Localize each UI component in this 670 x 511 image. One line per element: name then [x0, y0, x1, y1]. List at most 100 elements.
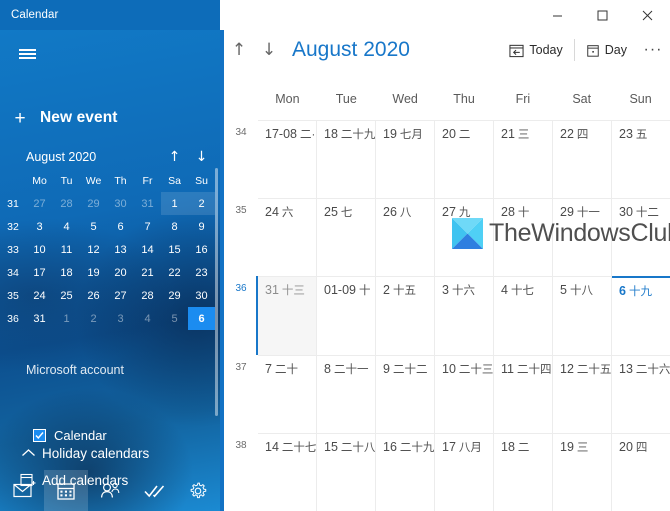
- day-cell[interactable]: 4 十七: [494, 276, 553, 355]
- day-cell[interactable]: 13 二十六: [612, 354, 670, 433]
- mini-calendar-day[interactable]: 5: [80, 215, 107, 238]
- day-cell[interactable]: 9 二十二: [376, 354, 435, 433]
- today-button[interactable]: Today: [500, 36, 571, 64]
- mini-calendar-day[interactable]: 23: [188, 261, 215, 284]
- mini-calendar-day[interactable]: 11: [53, 238, 80, 261]
- mini-calendar-day[interactable]: 30: [188, 284, 215, 307]
- mini-calendar-day[interactable]: 3: [107, 307, 134, 330]
- mini-calendar-day[interactable]: 12: [80, 238, 107, 261]
- mini-calendar-day[interactable]: 4: [134, 307, 161, 330]
- mini-calendar-day[interactable]: 1: [161, 192, 188, 215]
- settings-gear-icon[interactable]: [176, 470, 220, 511]
- mini-calendar-day[interactable]: 24: [26, 284, 53, 307]
- mini-calendar-day[interactable]: 9: [188, 215, 215, 238]
- mini-calendar-day[interactable]: 31: [134, 192, 161, 215]
- mini-calendar-day[interactable]: 14: [134, 238, 161, 261]
- day-cell[interactable]: 26 八: [376, 198, 435, 277]
- hamburger-menu-icon[interactable]: [8, 38, 46, 70]
- mini-calendar-day[interactable]: 31: [26, 307, 53, 330]
- mini-calendar-day[interactable]: 10: [26, 238, 53, 261]
- minimize-button[interactable]: [535, 0, 580, 30]
- mini-calendar-day[interactable]: 20: [107, 261, 134, 284]
- day-cell[interactable]: 28 十: [494, 198, 553, 277]
- day-cell[interactable]: 17 八月: [435, 432, 494, 511]
- day-cell[interactable]: 31 十三: [258, 276, 317, 355]
- mini-calendar-day[interactable]: 25: [53, 284, 80, 307]
- mini-calendar-prev-icon[interactable]: ↑: [161, 149, 188, 165]
- day-cell[interactable]: 19 七月: [376, 120, 435, 199]
- mini-calendar-day[interactable]: 29: [161, 284, 188, 307]
- mini-calendar-day[interactable]: 6: [188, 307, 215, 330]
- day-cell[interactable]: 20 四: [612, 432, 670, 511]
- day-cell[interactable]: 8 二十一: [317, 354, 376, 433]
- day-cell[interactable]: 29 十一: [553, 198, 612, 277]
- mini-calendar-day[interactable]: 21: [134, 261, 161, 284]
- mini-calendar-day[interactable]: 2: [188, 192, 215, 215]
- day-cell[interactable]: 20 二: [435, 120, 494, 199]
- mini-dow-su: Su: [195, 174, 208, 187]
- day-cell[interactable]: 18 二: [494, 432, 553, 511]
- day-cell[interactable]: 7 二十: [258, 354, 317, 433]
- day-cell[interactable]: 25 七: [317, 198, 376, 277]
- day-cell[interactable]: 15 二十八: [317, 432, 376, 511]
- day-cell[interactable]: 17-08 二·: [258, 120, 317, 199]
- mini-calendar-day[interactable]: 27: [107, 284, 134, 307]
- day-cell[interactable]: 12 二十五: [553, 354, 612, 433]
- mini-calendar-day[interactable]: 3: [26, 215, 53, 238]
- mini-calendar-day[interactable]: 17: [26, 261, 53, 284]
- mini-calendar-day[interactable]: 5: [161, 307, 188, 330]
- day-cell[interactable]: 3 十六: [435, 276, 494, 355]
- mini-calendar-day[interactable]: 6: [107, 215, 134, 238]
- mini-calendar-next-icon[interactable]: ↓: [188, 149, 215, 165]
- holiday-calendars-row[interactable]: Holiday calendars: [14, 441, 149, 465]
- mini-calendar-day[interactable]: 16: [188, 238, 215, 261]
- mini-calendar-day[interactable]: 1: [53, 307, 80, 330]
- day-cell[interactable]: 11 二十四: [494, 354, 553, 433]
- mini-calendar-day[interactable]: 15: [161, 238, 188, 261]
- mini-calendar-day[interactable]: 13: [107, 238, 134, 261]
- close-button[interactable]: [625, 0, 670, 30]
- prev-month-button[interactable]: ↑: [224, 30, 254, 70]
- mini-calendar-day[interactable]: 28: [134, 284, 161, 307]
- more-options-button[interactable]: ···: [636, 35, 670, 65]
- mini-calendar-day[interactable]: 7: [134, 215, 161, 238]
- day-cell[interactable]: 22 四: [553, 120, 612, 199]
- mini-calendar-day[interactable]: 8: [161, 215, 188, 238]
- day-cell[interactable]: 19 三: [553, 432, 612, 511]
- todo-icon[interactable]: [132, 470, 176, 511]
- mini-calendar-day[interactable]: 19: [80, 261, 107, 284]
- day-cell[interactable]: 14 二十七: [258, 432, 317, 511]
- day-cell[interactable]: 5 十八: [553, 276, 612, 355]
- day-number: 25: [324, 205, 338, 220]
- new-event-button[interactable]: + New event: [0, 102, 220, 134]
- sidebar-scrollbar[interactable]: [215, 168, 218, 416]
- mail-icon[interactable]: [0, 470, 44, 511]
- mini-calendar-day[interactable]: 26: [80, 284, 107, 307]
- day-cell[interactable]: 21 三: [494, 120, 553, 199]
- day-cell[interactable]: 18 二十九: [317, 120, 376, 199]
- mini-calendar-day[interactable]: 22: [161, 261, 188, 284]
- day-cell[interactable]: 24 六: [258, 198, 317, 277]
- day-cell[interactable]: 2 十五: [376, 276, 435, 355]
- day-cell[interactable]: 30 十二: [612, 198, 670, 276]
- calendar-icon[interactable]: [44, 470, 88, 511]
- mini-calendar-day[interactable]: 28: [53, 192, 80, 215]
- day-cell[interactable]: 01-09 十: [317, 276, 376, 355]
- mini-calendar-month-label[interactable]: August 2020: [26, 150, 161, 164]
- mini-calendar-day[interactable]: 27: [26, 192, 53, 215]
- mini-calendar-day[interactable]: 30: [107, 192, 134, 215]
- day-cell[interactable]: 23 五: [612, 120, 670, 198]
- people-icon[interactable]: [88, 470, 132, 511]
- view-switch-button[interactable]: Day: [577, 36, 636, 64]
- mini-calendar-day[interactable]: 4: [53, 215, 80, 238]
- day-cell[interactable]: 27 九: [435, 198, 494, 277]
- maximize-button[interactable]: [580, 0, 625, 30]
- page-title[interactable]: August 2020: [292, 38, 410, 62]
- day-cell[interactable]: 10 二十三: [435, 354, 494, 433]
- day-cell[interactable]: 16 二十九: [376, 432, 435, 511]
- next-month-button[interactable]: ↓: [254, 30, 284, 70]
- day-cell-today[interactable]: 6 十九: [612, 276, 670, 354]
- mini-calendar-day[interactable]: 2: [80, 307, 107, 330]
- mini-calendar-day[interactable]: 18: [53, 261, 80, 284]
- mini-calendar-day[interactable]: 29: [80, 192, 107, 215]
